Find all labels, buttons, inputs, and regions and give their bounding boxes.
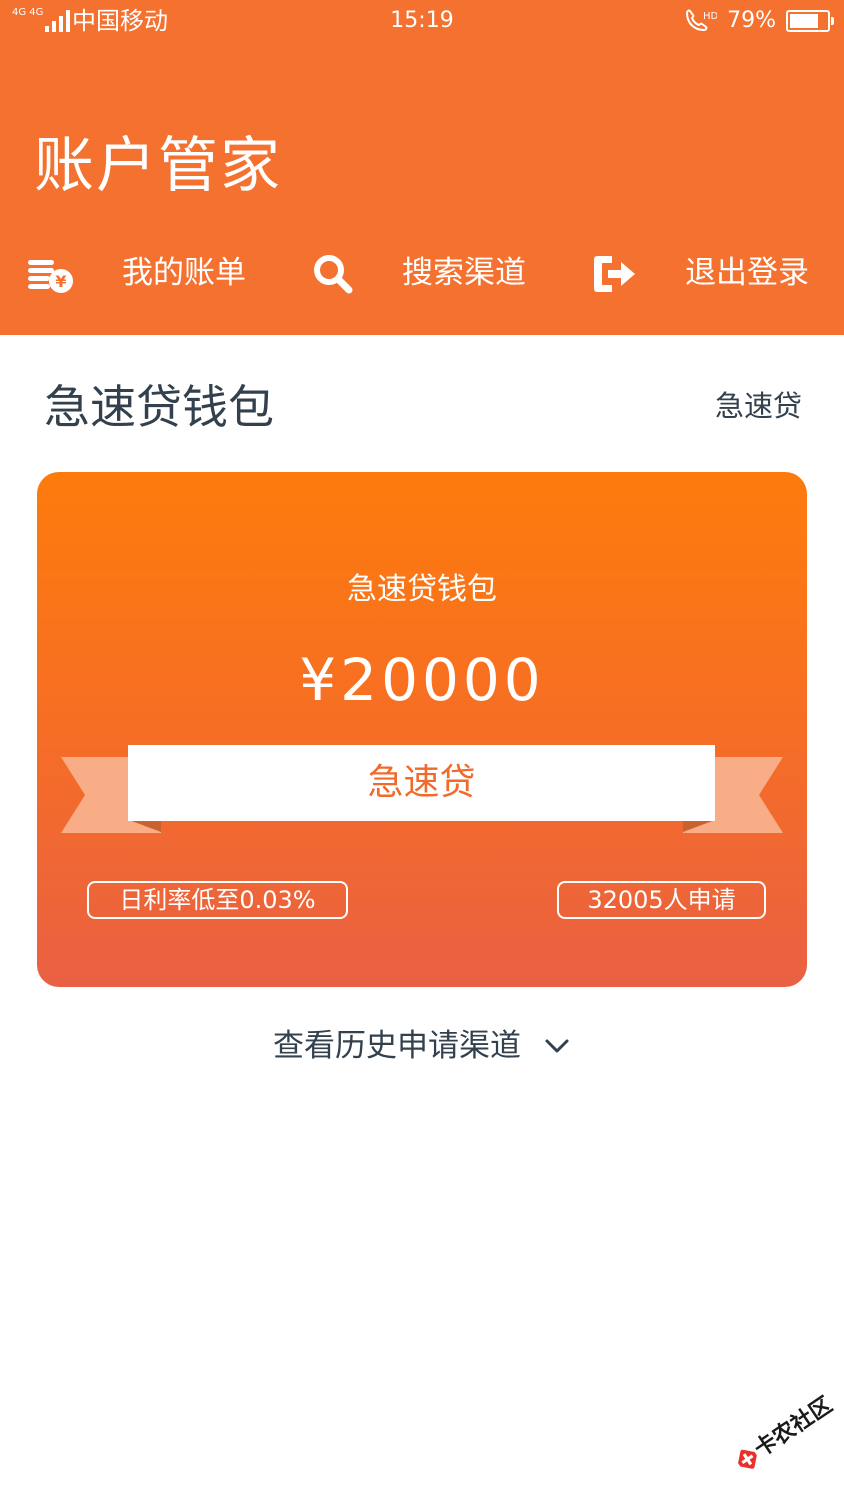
logout-icon	[594, 256, 635, 292]
chevron-down-icon	[545, 1039, 569, 1053]
card-title: 急速贷钱包	[347, 572, 497, 607]
history-label: 查看历史申请渠道	[273, 1028, 521, 1064]
app-header: 4G 4G 中国移动 15:19 HD 79% 账户管家 ¥ 我的账单 搜索渠道…	[0, 0, 844, 335]
hd-label: HD	[703, 11, 717, 22]
header-nav: ¥ 我的账单 搜索渠道 退出登录	[0, 246, 844, 300]
nav-search-channels[interactable]: 搜索渠道	[310, 246, 536, 300]
battery-icon	[786, 10, 834, 32]
battery-fill	[790, 14, 818, 28]
search-icon	[314, 255, 353, 294]
svg-text:¥: ¥	[55, 272, 66, 291]
nav-label-logout: 退出登录	[685, 255, 809, 291]
history-toggle[interactable]: 查看历史申请渠道	[0, 1020, 844, 1072]
page-title: 账户管家	[34, 131, 282, 201]
nav-logout[interactable]: 退出登录	[590, 246, 820, 300]
wallet-card[interactable]: 急速贷钱包 ¥20000 急速贷 日利率低至0.03% 32005人申请	[37, 472, 807, 987]
hd-call-icon: HD	[686, 9, 717, 32]
section-link[interactable]: 急速贷	[715, 384, 802, 428]
rate-tag: 日利率低至0.03%	[87, 881, 348, 919]
apply-button[interactable]: 急速贷	[128, 745, 715, 821]
bill-coins-icon: ¥	[28, 260, 73, 293]
nav-label-my-bills: 我的账单	[122, 255, 246, 291]
watermark-text: 卡农社区	[750, 1392, 838, 1463]
nav-my-bills[interactable]: ¥ 我的账单	[26, 246, 258, 300]
applicants-tag: 32005人申请	[557, 881, 766, 919]
card-amount: ¥20000	[299, 646, 545, 714]
section-title: 急速贷钱包	[44, 380, 274, 434]
nav-label-search-channels: 搜索渠道	[402, 255, 526, 291]
watermark: 卡农社区	[717, 1370, 844, 1498]
status-bar: 4G 4G 中国移动 15:19 HD 79%	[0, 0, 844, 44]
battery-percent: 79%	[727, 8, 776, 33]
